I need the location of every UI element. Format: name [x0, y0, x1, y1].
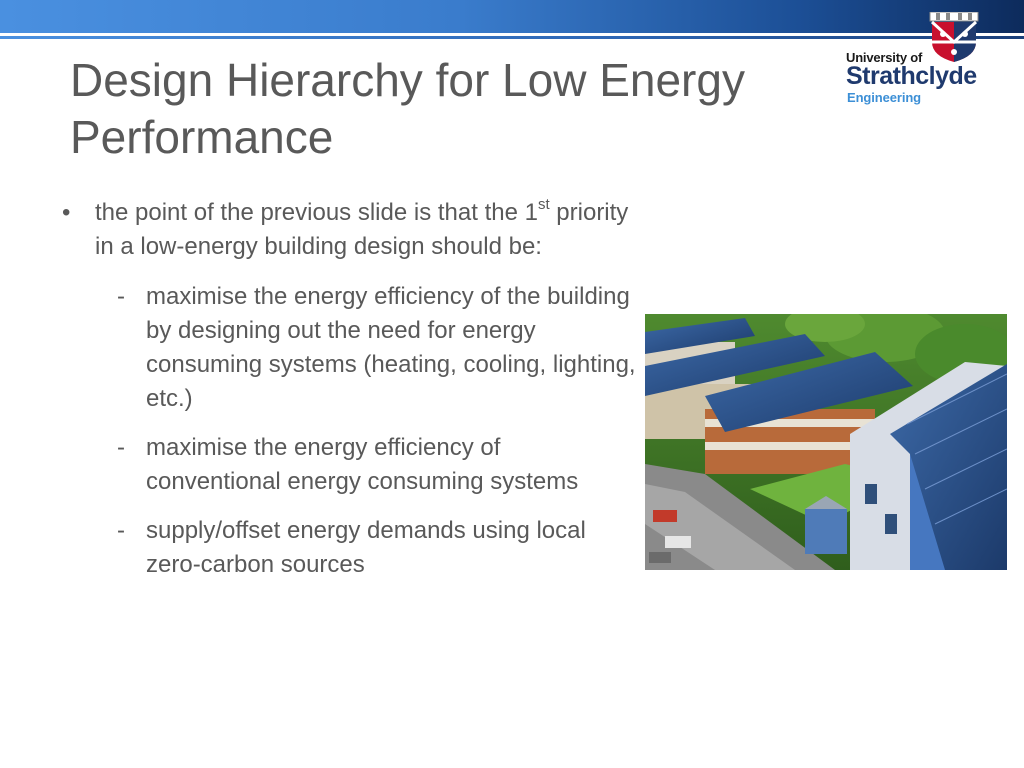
- crest-icon: [929, 12, 979, 62]
- sub-bullet-item: - maximise the energy efficiency of conv…: [60, 431, 640, 499]
- sub-bullet-text: maximise the energy efficiency of the bu…: [146, 283, 636, 412]
- solar-housing-photo: [645, 314, 1007, 570]
- main-bullet: • the point of the previous slide is tha…: [60, 196, 640, 264]
- dash-mark: -: [117, 283, 125, 310]
- slide: Design Hierarchy for Low Energy Performa…: [0, 0, 1024, 768]
- bullet-text-start: the point of the previous slide is that …: [95, 199, 538, 226]
- bullet-mark: •: [62, 199, 71, 226]
- solar-houses-illustration: [645, 314, 1007, 570]
- logo-engineering: Engineering: [847, 90, 922, 105]
- sub-bullet-text: supply/offset energy demands using local…: [146, 517, 586, 578]
- bullet-superscript: st: [537, 196, 550, 213]
- logo-strathclyde: Strathclyde: [846, 62, 977, 90]
- sub-bullet-item: - maximise the energy efficiency of the …: [60, 280, 640, 416]
- sub-bullet-text: maximise the energy efficiency of conven…: [146, 434, 579, 495]
- dash-mark: -: [117, 517, 125, 544]
- slide-title: Design Hierarchy for Low Energy Performa…: [70, 54, 745, 163]
- dash-mark: -: [117, 434, 125, 461]
- university-logo: University of Strathclyde Engineering: [846, 12, 986, 108]
- sub-bullet-item: - supply/offset energy demands using loc…: [60, 514, 640, 582]
- slide-body: • the point of the previous slide is tha…: [60, 196, 640, 597]
- sub-bullet-list: - maximise the energy efficiency of the …: [60, 280, 640, 582]
